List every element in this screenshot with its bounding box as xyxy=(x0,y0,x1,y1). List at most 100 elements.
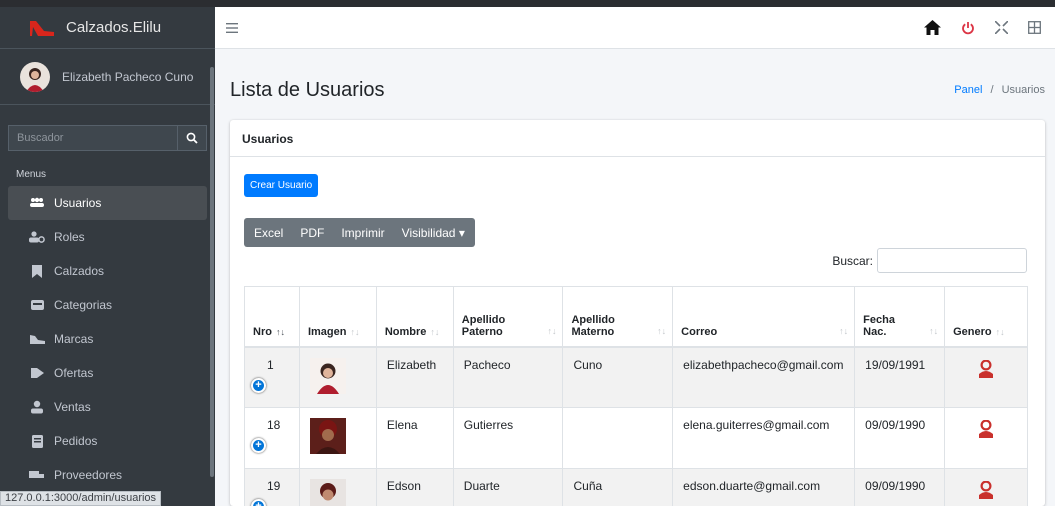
user-name: Elizabeth Pacheco Cuno xyxy=(62,69,194,84)
table-row[interactable]: +19 Edson Duarte Cuña edson.duarte@gmail… xyxy=(244,468,1028,506)
cell-nro-value: 1 xyxy=(267,357,274,372)
window-top-strip xyxy=(0,0,1055,7)
cell-nombre: Elena xyxy=(375,407,454,469)
user-photo xyxy=(309,479,346,506)
cell-fecha-nac: 09/09/1990 xyxy=(854,407,946,469)
users-icon xyxy=(28,196,46,210)
column-imagen-label: Imagen xyxy=(307,325,347,338)
breadcrumb-link-panel[interactable]: Panel xyxy=(954,84,982,96)
sort-icon: ↑↓ xyxy=(430,326,440,337)
sidebar-item-label: Ventas xyxy=(54,400,91,414)
column-fecha-nac[interactable]: Fecha Nac. ↑↓ xyxy=(854,286,946,348)
cell-correo: edson.duarte@gmail.com xyxy=(672,468,856,506)
user-panel[interactable]: Elizabeth Pacheco Cuno xyxy=(0,49,215,105)
top-navbar xyxy=(215,7,1055,49)
pdf-button[interactable]: PDF xyxy=(290,218,331,247)
cell-nro-value: 19 xyxy=(267,479,281,493)
sort-icon: ↑↓ xyxy=(995,326,1005,337)
cell-nro: +19 xyxy=(244,468,300,506)
sidebar-item-label: Usuarios xyxy=(54,196,102,210)
cell-nro: +18 xyxy=(244,407,300,469)
sidebar-item-label: Categorias xyxy=(54,298,113,312)
cell-correo: elizabethpacheco@gmail.com xyxy=(672,346,856,408)
sidebar-item-label: Pedidos xyxy=(54,434,98,448)
column-nro-label: Nro xyxy=(253,325,272,338)
cell-apellido-materno: Cuno xyxy=(562,346,674,408)
clipboard-icon xyxy=(28,298,46,312)
users-card: Usuarios Crear Usuario Excel PDF Imprimi… xyxy=(230,120,1045,506)
fullscreen-icon[interactable] xyxy=(995,21,1008,34)
breadcrumb-separator: / xyxy=(990,84,994,96)
sidebar-search: Buscador xyxy=(8,125,207,151)
cell-fecha-nac: 09/09/1990 xyxy=(854,468,946,506)
table-search-input[interactable] xyxy=(877,248,1027,273)
expand-row-icon[interactable]: + xyxy=(251,377,266,393)
brand[interactable]: Calzados.Elilu xyxy=(0,7,215,49)
table-header-row: Nro ↑↓ Imagen ↑↓ Nombre ↑↓ Apellido Paterno… xyxy=(244,286,1028,348)
sidebar-item-label: Ofertas xyxy=(54,366,94,380)
sidebar-item-proveedores[interactable]: Proveedores xyxy=(8,458,207,492)
grid-icon[interactable] xyxy=(1028,21,1041,34)
home-icon[interactable] xyxy=(924,20,941,35)
sidebar-item-label: Roles xyxy=(54,230,85,244)
column-paterno-label: Apellido Paterno xyxy=(461,313,506,338)
brand-name: Calzados.Elilu xyxy=(66,19,162,36)
sidebar-item-ventas[interactable]: Ventas xyxy=(8,390,207,424)
tag-icon xyxy=(28,366,46,380)
cell-apellido-paterno: Pacheco xyxy=(452,346,564,408)
column-nombre-label: Nombre xyxy=(384,325,427,338)
print-button[interactable]: Imprimir xyxy=(331,218,391,247)
column-genero[interactable]: Genero ↑↓ xyxy=(944,286,1028,348)
expand-row-icon[interactable]: + xyxy=(251,499,266,506)
visibility-dropdown[interactable]: Visibilidad ▾ xyxy=(392,218,475,247)
cell-imagen xyxy=(298,407,377,469)
column-genero-label: Genero xyxy=(953,325,992,338)
sidebar-item-pedidos[interactable]: Pedidos xyxy=(8,424,207,458)
column-materno-label: Apellido Materno xyxy=(571,313,615,338)
table-row[interactable]: +18 Elena Gutierres elena.guiterres@gmai… xyxy=(244,407,1028,469)
sidebar-item-roles[interactable]: Roles xyxy=(8,220,207,254)
sidebar-search-input[interactable]: Buscador xyxy=(8,125,177,151)
excel-button[interactable]: Excel xyxy=(244,218,290,247)
sidebar-item-usuarios[interactable]: Usuarios xyxy=(8,186,207,220)
export-button-group: Excel PDF Imprimir Visibilidad ▾ xyxy=(244,218,475,247)
cell-apellido-paterno: Gutierres xyxy=(452,407,564,469)
hamburger-menu-icon[interactable] xyxy=(225,22,239,33)
power-icon[interactable] xyxy=(961,21,975,35)
sidebar-item-calzados[interactable]: Calzados xyxy=(8,254,207,288)
column-nro[interactable]: Nro ↑↓ xyxy=(244,286,300,348)
table-search: Buscar: xyxy=(832,248,1027,273)
column-nombre[interactable]: Nombre ↑↓ xyxy=(375,286,454,348)
cell-imagen xyxy=(298,468,377,506)
status-url: 127.0.0.1:3000/admin/usuarios xyxy=(0,491,162,506)
column-correo[interactable]: Correo ↑↓ xyxy=(672,286,856,348)
column-imagen[interactable]: Imagen ↑↓ xyxy=(298,286,377,348)
column-fecha-label: Fecha Nac. xyxy=(863,313,895,338)
sidebar: Calzados.Elilu Elizabeth Pacheco Cuno Bu… xyxy=(0,7,215,506)
sort-icon: ↑↓ xyxy=(839,325,849,336)
sidebar-item-categorias[interactable]: Categorias xyxy=(8,288,207,322)
cell-correo: elena.guiterres@gmail.com xyxy=(672,407,856,469)
expand-row-icon[interactable]: + xyxy=(251,438,266,453)
sidebar-scrollbar[interactable] xyxy=(210,67,214,477)
cell-nombre: Elizabeth xyxy=(375,346,454,408)
sort-icon: ↑↓ xyxy=(350,326,360,337)
column-correo-label: Correo xyxy=(681,325,718,338)
sidebar-item-label: Marcas xyxy=(54,332,94,346)
shoe-icon xyxy=(28,332,46,346)
create-user-button[interactable]: Crear Usuario xyxy=(244,174,319,197)
user-photo xyxy=(309,357,346,394)
cell-apellido-paterno: Duarte xyxy=(452,468,564,506)
truck-icon xyxy=(28,468,46,482)
column-apellido-paterno[interactable]: Apellido Paterno ↑↓ xyxy=(452,286,564,348)
female-user-icon xyxy=(979,359,994,378)
female-user-icon xyxy=(979,481,994,499)
menus-header: Menus xyxy=(16,169,47,180)
sidebar-item-ofertas[interactable]: Ofertas xyxy=(8,356,207,390)
sidebar-item-marcas[interactable]: Marcas xyxy=(8,322,207,356)
table-row[interactable]: +1 Elizabeth Pacheco Cuno elizabethpache… xyxy=(244,346,1028,408)
sidebar-search-button[interactable] xyxy=(177,125,207,151)
cell-imagen xyxy=(298,346,377,408)
column-apellido-materno[interactable]: Apellido Materno ↑↓ xyxy=(562,286,674,348)
sidebar-item-label: Calzados xyxy=(54,264,105,278)
